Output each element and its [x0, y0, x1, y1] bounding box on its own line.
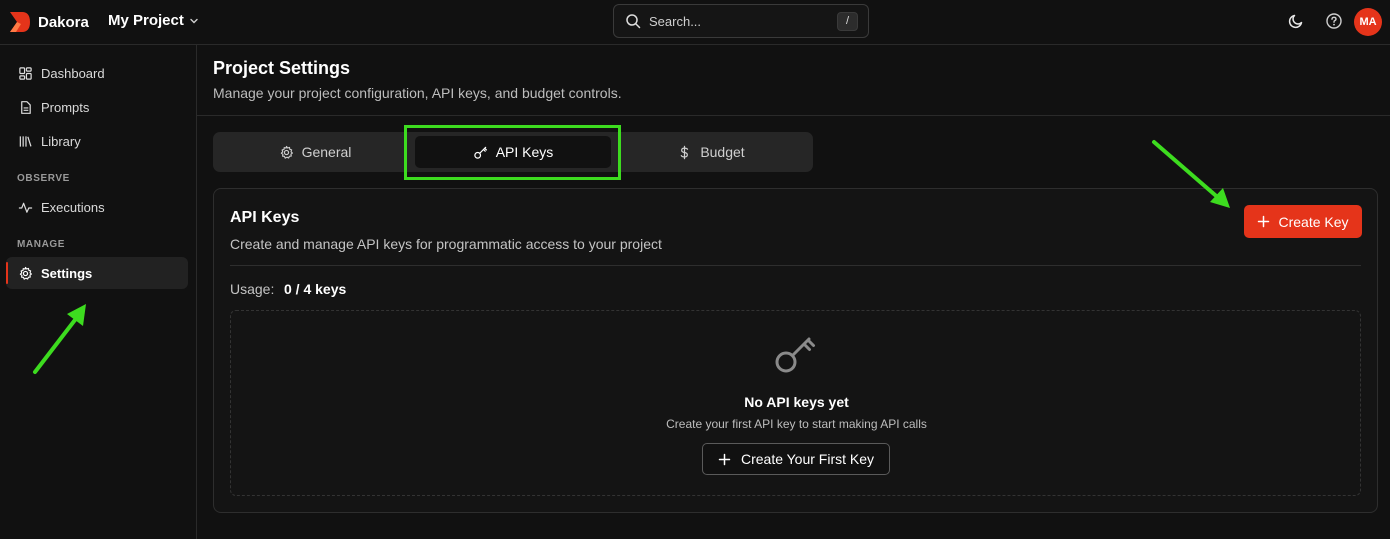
card-title: API Keys: [230, 209, 300, 226]
sidebar-item-library[interactable]: Library: [6, 125, 188, 157]
gear-icon: [280, 145, 293, 159]
project-name: My Project: [108, 12, 184, 29]
create-first-key-button[interactable]: Create Your First Key: [702, 443, 890, 475]
sidebar-item-prompts[interactable]: Prompts: [6, 91, 188, 123]
empty-state-title: No API keys yet: [744, 394, 849, 410]
create-key-label: Create Key: [1278, 213, 1349, 230]
sidebar-section-observe: OBSERVE: [17, 173, 70, 184]
dollar-icon: [681, 145, 689, 159]
tab-label: API Keys: [495, 144, 554, 160]
sidebar-item-executions[interactable]: Executions: [6, 191, 188, 223]
usage-value: 0 / 4 keys: [284, 281, 347, 297]
search-icon: [626, 14, 641, 29]
create-key-button[interactable]: Create Key: [1244, 205, 1362, 238]
sidebar-item-label: Executions: [41, 199, 105, 215]
document-icon: [21, 100, 31, 114]
sidebar-item-label: Library: [41, 133, 81, 149]
sidebar-section-manage: MANAGE: [17, 239, 66, 250]
tab-label: Budget: [700, 144, 745, 160]
key-icon: [775, 337, 815, 373]
empty-state-description: Create your first API key to start makin…: [666, 417, 927, 431]
gear-icon: [19, 266, 32, 280]
settings-tabs: General API Keys Budget: [213, 132, 813, 172]
search-shortcut-key: /: [837, 12, 858, 31]
page-subtitle: Manage your project configuration, API k…: [213, 85, 622, 101]
brand-name: Dakora: [38, 13, 89, 31]
key-icon: [473, 146, 487, 159]
tab-label: General: [301, 144, 352, 160]
top-bar: Dakora My Project Search... / MA: [0, 0, 1390, 45]
header-divider: [197, 115, 1390, 116]
empty-state: No API keys yet Create your first API ke…: [230, 310, 1361, 496]
api-keys-card: API Keys Create and manage API keys for …: [213, 188, 1378, 513]
plus-icon: [718, 453, 731, 465]
tab-general[interactable]: General: [217, 136, 413, 168]
card-description: Create and manage API keys for programma…: [230, 236, 662, 252]
tab-api-keys[interactable]: API Keys: [415, 136, 611, 168]
search-placeholder: Search...: [649, 13, 702, 29]
dashboard-icon: [19, 66, 32, 80]
user-avatar[interactable]: MA: [1354, 8, 1382, 36]
page-title: Project Settings: [213, 58, 351, 78]
chevron-down-icon: [190, 18, 198, 23]
create-first-key-label: Create Your First Key: [740, 451, 875, 467]
sidebar: Dashboard Prompts Library OBSERVE Execut…: [0, 45, 197, 539]
sidebar-item-label: Prompts: [41, 99, 90, 115]
theme-toggle-moon-icon[interactable]: [1287, 12, 1305, 30]
help-icon[interactable]: [1325, 12, 1343, 30]
sidebar-item-dashboard[interactable]: Dashboard: [6, 57, 188, 89]
dakora-logo-icon: [10, 12, 30, 32]
plus-icon: [1258, 215, 1270, 228]
sidebar-item-label: Settings: [41, 265, 93, 281]
usage-label: Usage:: [230, 281, 275, 297]
tab-budget[interactable]: Budget: [613, 136, 809, 168]
sidebar-item-settings[interactable]: Settings: [6, 257, 188, 289]
card-divider: [230, 265, 1361, 266]
sidebar-item-label: Dashboard: [41, 65, 105, 81]
search-input[interactable]: Search... /: [613, 4, 869, 38]
library-icon: [19, 135, 32, 147]
brand[interactable]: Dakora: [8, 10, 89, 34]
project-switcher[interactable]: My Project: [108, 12, 199, 29]
activity-icon: [18, 202, 33, 213]
